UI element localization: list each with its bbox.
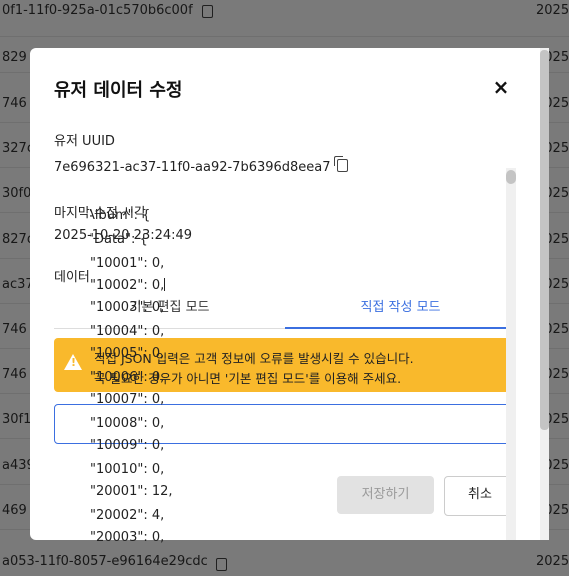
- json-line: "20002": 4,: [90, 508, 165, 523]
- json-editor-text[interactable]: { "Album": { "Data": { "10001": 0, "1000…: [90, 186, 420, 546]
- copy-icon[interactable]: [333, 156, 348, 172]
- json-line: "10001": 0,: [90, 256, 165, 271]
- uuid-value: 7e696321-ac37-11f0-aa92-7b6396d8eea7: [54, 160, 331, 175]
- close-button[interactable]: ×: [488, 74, 514, 100]
- scroll-thumb[interactable]: [506, 170, 516, 184]
- json-line-text: "10002": 0,: [90, 278, 165, 293]
- json-line: "10009": 0,: [90, 438, 165, 453]
- json-line: "Data": {: [90, 232, 148, 247]
- json-line: "10010": 0,: [90, 462, 165, 477]
- json-line: "10007": 0,: [90, 392, 165, 407]
- scroll-thumb[interactable]: [540, 50, 549, 430]
- json-line: "10008": 0,: [90, 416, 165, 431]
- modal-scrollbar[interactable]: [540, 48, 549, 540]
- data-label: 데이터: [54, 270, 90, 285]
- json-line: "10004": 0,: [90, 324, 165, 339]
- json-editor-scrollbar[interactable]: [506, 168, 516, 540]
- json-line: "Album": {: [90, 208, 151, 223]
- uuid-row: 7e696321-ac37-11f0-aa92-7b6396d8eea7: [54, 156, 348, 175]
- json-line: "10002": 0,: [90, 278, 166, 293]
- warning-icon: !: [64, 354, 82, 370]
- json-line: "10005": 0,: [90, 346, 165, 361]
- modal-title: 유저 데이터 수정: [54, 80, 183, 101]
- text-caret: [164, 278, 166, 291]
- json-line: "10003": 0,: [90, 300, 165, 315]
- json-line: "20003": 0,: [90, 530, 165, 545]
- uuid-label: 유저 UUID: [54, 134, 115, 149]
- json-line: "10006": 0,: [90, 370, 165, 385]
- json-line: "20001": 12,: [90, 484, 173, 499]
